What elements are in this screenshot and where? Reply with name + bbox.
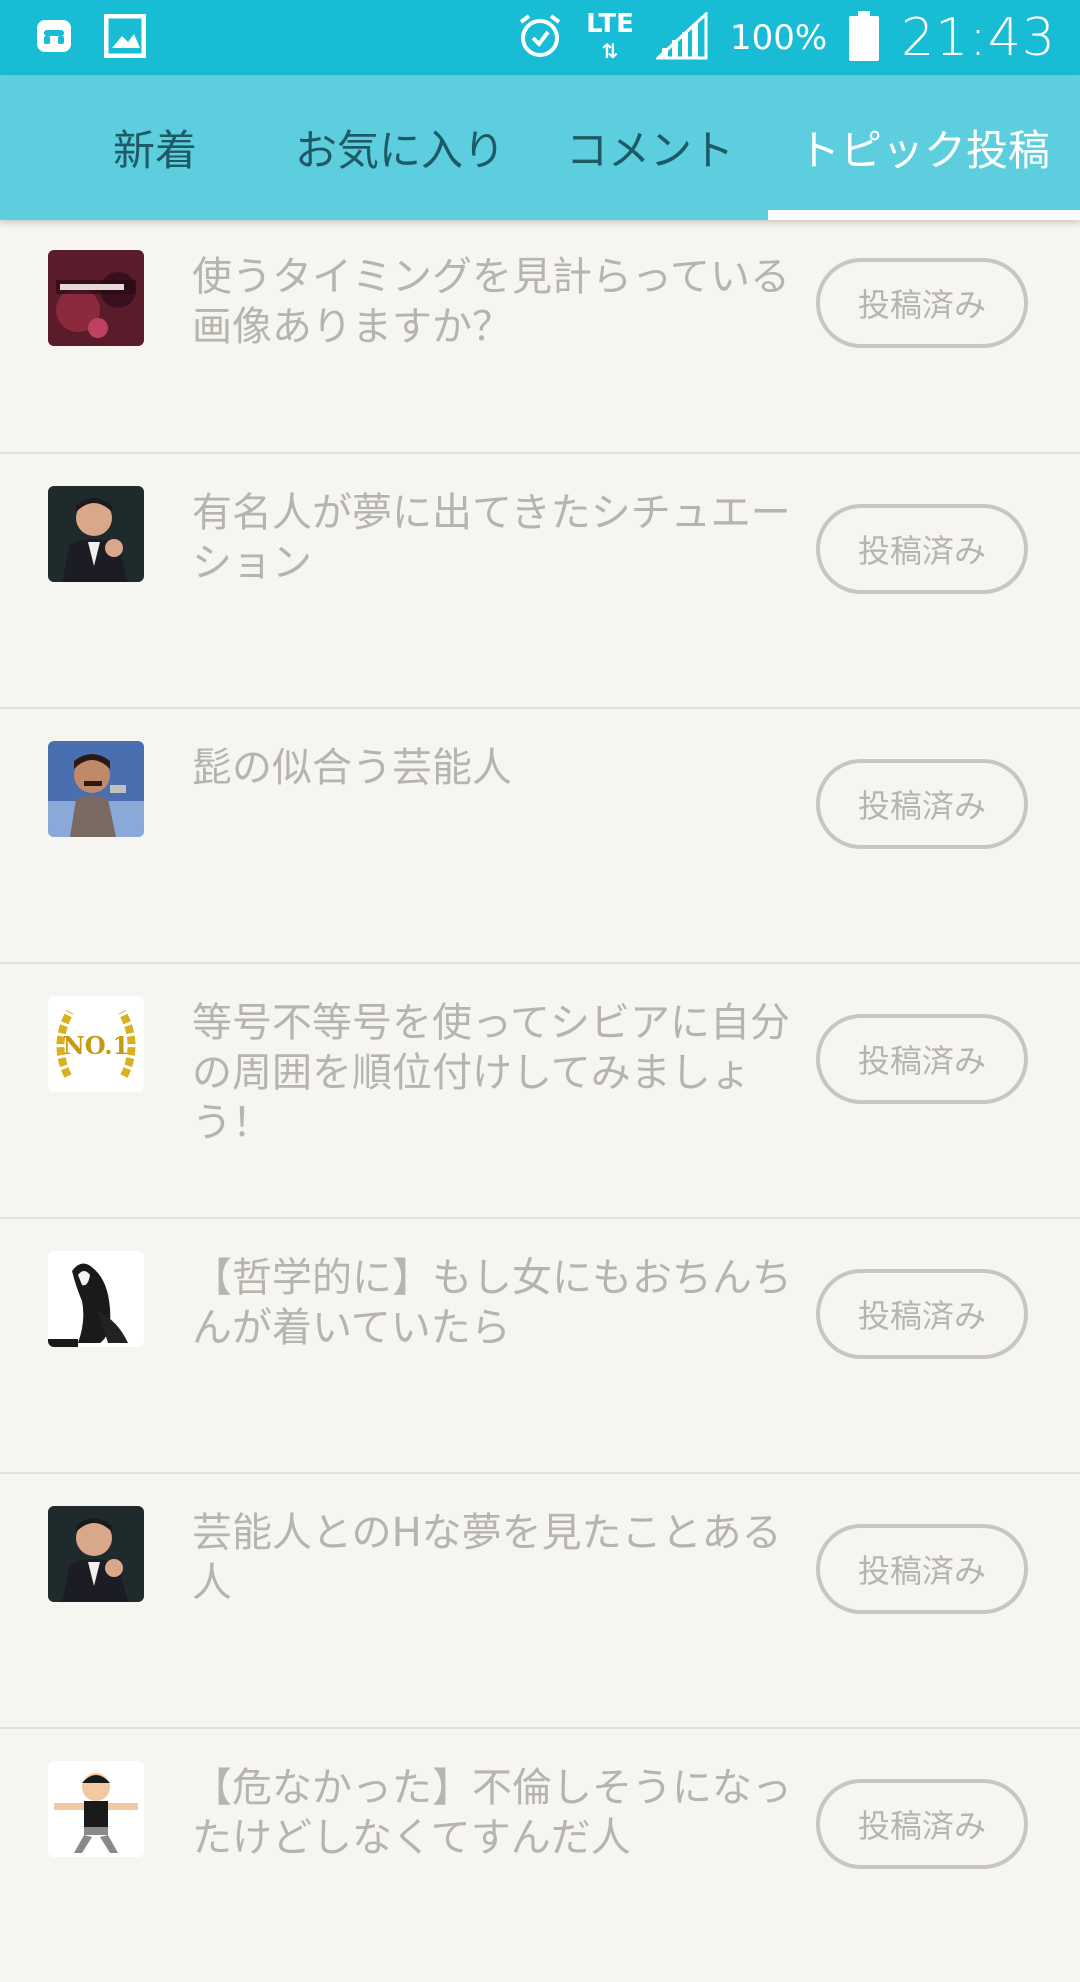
mustache-singer-thumbnail xyxy=(48,741,144,837)
clock: 21:43 xyxy=(901,7,1056,68)
list-item[interactable]: 【危なかった】不倫しそうになったけどしなくてすんだ人 投稿済み xyxy=(0,1729,1080,1982)
cartoon-man-thumbnail xyxy=(48,1761,144,1857)
status-bar-right: LTE ⇅ 100% 21:43 xyxy=(516,0,1056,75)
posted-button[interactable]: 投稿済み xyxy=(816,1014,1028,1104)
topic-title: 【危なかった】不倫しそうになったけどしなくてすんだ人 xyxy=(192,1765,792,1861)
battery-percent: 100% xyxy=(729,17,828,58)
list-item[interactable]: 使うタイミングを見計らっている画像ありますか？ 投稿済み xyxy=(0,220,1080,454)
status-bar-left xyxy=(36,13,147,62)
tab-bar: 新着 お気に入り コメント トピック投稿 xyxy=(0,75,1080,220)
topic-title: 髭の似合う芸能人 xyxy=(192,745,512,791)
topic-title: 【哲学的に】もし女にもおちんちんが着いていたら xyxy=(192,1255,792,1351)
app-bar: 新着 お気に入り コメント トピック投稿 xyxy=(0,75,1080,220)
book-cover-thumbnail xyxy=(48,250,144,346)
topic-title: 等号不等号を使ってシビアに自分の周囲を順位付けしてみましょう！ xyxy=(192,1000,790,1146)
posted-button[interactable]: 投稿済み xyxy=(816,1779,1028,1869)
tab-new[interactable]: 新着 xyxy=(80,75,230,220)
dog-thumbnail xyxy=(48,1251,144,1347)
posted-button[interactable]: 投稿済み xyxy=(816,504,1028,594)
list-item[interactable]: 【哲学的に】もし女にもおちんちんが着いていたら 投稿済み xyxy=(0,1219,1080,1474)
list-item[interactable]: NO.1 等号不等号を使ってシビアに自分の周囲を順位付けしてみましょう！ 投稿済… xyxy=(0,964,1080,1219)
network-type: LTE ⇅ xyxy=(586,9,634,63)
battery-icon xyxy=(849,10,880,65)
topic-title: 芸能人とのHな夢を見たことある人 xyxy=(192,1510,782,1606)
man-in-suit-thumbnail xyxy=(48,1506,144,1602)
status-bar: LTE ⇅ 100% 21:43 xyxy=(0,0,1080,75)
image-icon xyxy=(103,13,147,62)
posted-button[interactable]: 投稿済み xyxy=(816,1524,1028,1614)
tab-favorites[interactable]: お気に入り xyxy=(280,75,520,220)
topic-list: 使うタイミングを見計らっている画像ありますか？ 投稿済み 有名人が夢に出てきたシ… xyxy=(0,220,1080,1982)
list-item[interactable]: 髭の似合う芸能人 投稿済み xyxy=(0,709,1080,964)
posted-button[interactable]: 投稿済み xyxy=(816,759,1028,849)
topic-title: 使うタイミングを見計らっている画像ありますか？ xyxy=(192,254,790,350)
no1-laurel-thumbnail: NO.1 xyxy=(48,996,144,1092)
list-item[interactable]: 芸能人とのHな夢を見たことある人 投稿済み xyxy=(0,1474,1080,1729)
posted-button[interactable]: 投稿済み xyxy=(816,1269,1028,1359)
signal-icon xyxy=(654,10,708,64)
tab-topic-posts[interactable]: トピック投稿 xyxy=(768,75,1080,220)
man-in-suit-thumbnail xyxy=(48,486,144,582)
tab-comments[interactable]: コメント xyxy=(560,75,740,220)
list-item[interactable]: 有名人が夢に出てきたシチュエーション 投稿済み xyxy=(0,454,1080,709)
posted-button[interactable]: 投稿済み xyxy=(816,258,1028,348)
active-tab-indicator xyxy=(768,210,1080,220)
svg-text:NO.1: NO.1 xyxy=(63,1031,130,1060)
phone-missed-icon xyxy=(36,16,72,60)
alarm-icon xyxy=(516,12,564,64)
topic-title: 有名人が夢に出てきたシチュエーション xyxy=(192,490,791,586)
